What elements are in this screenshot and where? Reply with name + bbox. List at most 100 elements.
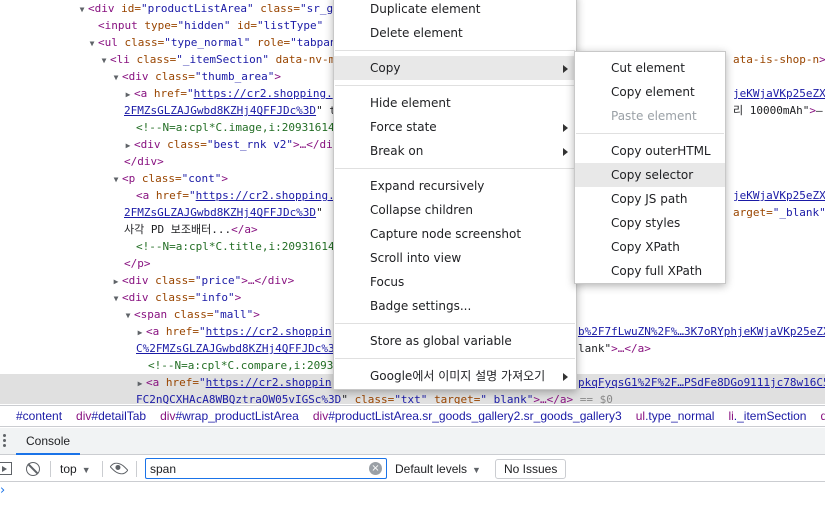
expand-toggle-icon[interactable]: ▶ [122,86,134,103]
menu-item[interactable]: Scroll into view [334,246,576,270]
menu-item[interactable]: Copy full XPath [575,259,725,283]
filter-input[interactable] [150,459,362,478]
expand-toggle-icon[interactable]: ▼ [86,35,98,52]
menu-item[interactable]: Copy [334,56,576,80]
issues-button[interactable]: No Issues [495,459,567,479]
tree-token: <div [122,70,156,83]
menu-item[interactable]: Google에서 이미지 설명 가져오기 [334,364,576,388]
breadcrumb-tag: ul [635,409,646,423]
sidebar-toggle-icon[interactable] [0,462,12,475]
tree-token[interactable]: https://cr2.shopping. [196,189,335,202]
tree-token[interactable]: 2FMZsGLZAJGwbd8KZHj4QFFJDc%3D [124,104,316,117]
tree-token: <a [146,325,166,338]
menu-item[interactable]: Copy outerHTML [575,139,725,163]
breadcrumb-item[interactable]: div#productListArea.sr_goods_gallery2.sr… [313,406,622,426]
menu-item-label: Hide element [370,96,451,110]
breadcrumb-tag: div [820,409,825,423]
menu-item-label: Copy XPath [611,240,680,254]
tree-token[interactable]: 2FMZsGLZAJGwbd8KZHj4QFFJDc%3D [124,206,316,219]
breadcrumb-item[interactable]: div [820,406,825,426]
console-output[interactable]: › [0,483,825,505]
tree-token: <!--N=a:cpl*C.compare,i:2093 [148,359,334,372]
submenu-arrow-icon [563,124,568,132]
breadcrumb: #content div#detailTab div#wrap_productLis… [0,405,825,427]
breadcrumb-selector: ._itemSection [733,409,807,423]
menu-item-label: Badge settings... [370,299,472,313]
expand-toggle-icon[interactable]: ▶ [134,324,146,341]
menu-item[interactable]: Collapse children [334,198,576,222]
menu-item[interactable]: Hide element [334,91,576,115]
tab-console[interactable]: Console [16,428,81,455]
menu-item[interactable]: Copy selector [575,163,725,187]
menu-item[interactable]: Duplicate element [334,0,576,21]
clear-console-icon[interactable] [26,462,40,476]
menu-item[interactable]: Focus [334,270,576,294]
menu-item-label: Copy full XPath [611,264,703,278]
tree-token[interactable]: https://cr2.shopping. [194,87,333,100]
breadcrumb-item[interactable]: div#wrap_productListArea [160,406,299,426]
expand-toggle-icon[interactable]: ▼ [98,52,110,69]
menu-item[interactable]: Delete element [334,21,576,45]
tree-token: "info" [194,291,235,304]
menu-item[interactable]: Store as global variable [334,329,576,353]
clear-filter-icon[interactable]: × [369,462,382,475]
expand-toggle-icon[interactable]: ▼ [110,171,122,188]
menu-item[interactable]: Copy element [575,80,725,104]
tree-token: <div [88,2,122,15]
menu-item[interactable]: Capture node screenshot [334,222,576,246]
menu-item: Paste element [575,104,725,128]
expand-toggle-icon[interactable]: ▼ [110,69,122,86]
tree-token[interactable]: jeKWjaVKp25eZX0g [733,189,825,202]
kebab-menu-icon[interactable] [2,434,8,448]
tree-token[interactable]: FC2nQCXHAcA8WBQztraOW05vIGSc%3D [136,393,341,404]
tree-token[interactable]: b%2F7fLwuZN%2F%…3K7oRYphjeKWjaVKp25eZX [578,325,825,338]
tree-token[interactable]: C%2FMZsGLZAJGwbd8KZHj4QFFJDc%3 [136,342,335,355]
tree-token: class= [155,70,195,83]
tree-token: " [187,87,194,100]
tree-token[interactable]: https://cr2.shoppin [206,376,332,389]
tree-token: class= [124,36,165,49]
menu-item[interactable]: Expand recursively [334,174,576,198]
breadcrumb-item[interactable]: #content [16,406,62,426]
context-selector[interactable]: top ▼ [60,456,91,482]
tree-token: "hidden" [177,19,238,32]
tree-token[interactable]: jeKWjaVKp25eZX0g [733,87,825,100]
menu-item[interactable]: Force state [334,115,576,139]
breadcrumb-item[interactable]: div#detailTab [76,406,146,426]
tree-token[interactable]: https://cr2.shoppin [206,325,332,338]
menu-item[interactable]: Copy XPath [575,235,725,259]
expand-toggle-icon[interactable]: ▶ [134,375,146,392]
tree-token: " [199,376,206,389]
breadcrumb-selector: #detailTab [91,409,147,423]
breadcrumb-item[interactable]: ul.type_normal [636,406,715,426]
breadcrumb-selector: #content [16,409,63,423]
tree-token: "sr_g [299,2,334,15]
log-levels-dropdown[interactable]: Default levels ▼ [395,456,481,482]
breadcrumb-selector: #productListArea.sr_goods_gallery2.sr_go… [328,409,622,423]
tree-token: class= [354,393,395,404]
menu-item[interactable]: Cut element [575,56,725,80]
tree-line-selected[interactable]: FC2nQCXHAcA8WBQztraOW05vIGSc%3D" class="… [0,391,825,404]
submenu-arrow-icon [563,148,568,156]
tree-token: href= [153,87,187,100]
tree-fragment: jeKWjaVKp25eZX0g [733,187,825,204]
expand-toggle-icon[interactable]: ▶ [122,137,134,154]
filter-box: × [145,458,387,479]
menu-separator [335,323,575,324]
expand-toggle-icon[interactable]: ▼ [122,307,134,324]
breadcrumb-tag: div [160,409,176,423]
breadcrumb-item[interactable]: li._itemSection [728,406,806,426]
menu-item[interactable]: Copy styles [575,211,725,235]
menu-item[interactable]: Badge settings... [334,294,576,318]
eye-icon[interactable] [109,458,129,479]
expand-toggle-icon[interactable]: ▶ [110,273,122,290]
tree-token: class= [136,53,177,66]
breadcrumb-tag: div [76,409,92,423]
menu-item[interactable]: Break on [334,139,576,163]
menu-item-label: Expand recursively [370,179,485,193]
expand-toggle-icon[interactable]: ▼ [110,290,122,307]
menu-item[interactable]: Copy JS path [575,187,725,211]
tree-token[interactable]: pkqFyqsG1%2F%2F…PSdFe8DGo9111jc78w16C5 [578,376,825,389]
tree-token: <p [122,172,142,185]
expand-toggle-icon[interactable]: ▼ [76,1,88,18]
